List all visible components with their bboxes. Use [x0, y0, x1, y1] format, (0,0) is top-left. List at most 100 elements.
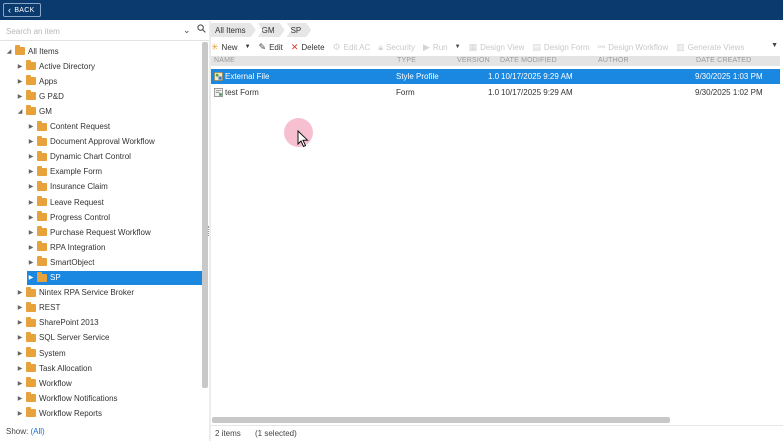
column-header-author[interactable]: AUTHOR: [598, 56, 629, 66]
new-button[interactable]: ✳ New ▼: [211, 41, 251, 52]
collapsed-arrow-icon[interactable]: ▶: [16, 93, 24, 100]
tree-item[interactable]: ▶ Apps: [16, 74, 202, 88]
collapsed-arrow-icon[interactable]: ▶: [27, 244, 35, 251]
security-button[interactable]: 🔒︎ Security: [378, 42, 415, 52]
tree-item-label: Apps: [39, 76, 58, 86]
run-dropdown-icon[interactable]: ▼: [455, 44, 461, 50]
tree-item[interactable]: ▶ System: [16, 346, 202, 360]
pencil-icon: ✎: [258, 41, 267, 52]
design-view-button[interactable]: ▦ Design View: [468, 41, 525, 52]
tree-item[interactable]: ▶ Active Directory: [16, 59, 202, 73]
table-row[interactable]: test Form Form 1.0 10/17/2025 9:29 AM 9/…: [211, 85, 780, 100]
delete-button[interactable]: ✕ Delete: [291, 42, 325, 52]
column-header-name[interactable]: NAME: [214, 56, 235, 66]
collapsed-arrow-icon[interactable]: ▶: [16, 365, 24, 372]
tree-item-label: Progress Control: [50, 212, 111, 222]
back-button[interactable]: ‹ BACK: [3, 3, 41, 17]
tree-item[interactable]: ▶ SmartObject: [27, 255, 202, 269]
column-header-date-modified[interactable]: DATE MODIFIED: [500, 56, 557, 66]
edit-button[interactable]: ✎ Edit: [258, 41, 283, 52]
collapsed-arrow-icon[interactable]: ▶: [16, 304, 24, 311]
folder-icon: [26, 75, 36, 86]
tree-item[interactable]: ▶ Purchase Request Workflow: [27, 225, 202, 239]
folder-icon: [26, 301, 36, 312]
collapsed-arrow-icon[interactable]: ▶: [16, 350, 24, 357]
column-header-version[interactable]: VERSION: [457, 56, 490, 66]
folder-icon: [37, 180, 47, 191]
tree-item[interactable]: ▶ Content Request: [27, 120, 202, 134]
tree-scrollbar[interactable]: [202, 42, 208, 388]
table-row[interactable]: External File Style Profile 1.0 10/17/20…: [211, 69, 780, 84]
folder-icon: [26, 331, 36, 342]
edit-ac-button[interactable]: ⚙ Edit AC: [333, 42, 371, 52]
tree-item[interactable]: ▶ SQL Server Service: [16, 331, 202, 345]
row-date-created: 9/30/2025 1:02 PM: [695, 88, 763, 97]
tree-item[interactable]: ▶ REST: [16, 301, 202, 315]
collapsed-arrow-icon[interactable]: ▶: [27, 123, 35, 130]
collapsed-arrow-icon[interactable]: ▶: [16, 289, 24, 296]
expanded-arrow-icon[interactable]: ◢: [5, 48, 13, 55]
tree-item[interactable]: ▶ SP: [27, 270, 202, 285]
tree-item[interactable]: ▶ Nintex RPA Service Broker: [16, 286, 202, 300]
tree-item[interactable]: ▶ Insurance Claim: [27, 180, 202, 194]
tree-item[interactable]: ▶ Document Approval Workflow: [27, 135, 202, 149]
tree-item[interactable]: ▶ Leave Request: [27, 195, 202, 209]
search-icon[interactable]: [197, 24, 206, 33]
expanded-arrow-icon[interactable]: ◢: [16, 108, 24, 115]
collapsed-arrow-icon[interactable]: ▶: [16, 410, 24, 417]
tree-item[interactable]: ▶ Progress Control: [27, 210, 202, 224]
tree-item[interactable]: ▶ G P&D: [16, 89, 202, 103]
collapsed-arrow-icon[interactable]: ▶: [16, 319, 24, 326]
collapsed-arrow-icon[interactable]: ▶: [16, 78, 24, 85]
tree-item[interactable]: ▶ Workflow Notifications: [16, 391, 202, 405]
collapsed-arrow-icon[interactable]: ▶: [16, 395, 24, 402]
breadcrumb-item[interactable]: All Items: [211, 23, 256, 37]
grid-horizontal-scrollbar[interactable]: [212, 417, 670, 423]
collapsed-arrow-icon[interactable]: ▶: [27, 153, 35, 160]
column-header-type[interactable]: TYPE: [397, 56, 416, 66]
row-name: External File: [225, 72, 270, 81]
tree-item[interactable]: ▶ Task Allocation: [16, 361, 202, 375]
folder-icon: [26, 377, 36, 388]
tree-item-label: SharePoint 2013: [39, 318, 99, 328]
tree-item-label: Dynamic Chart Control: [50, 152, 131, 162]
collapsed-arrow-icon[interactable]: ▶: [27, 229, 35, 236]
new-dropdown-icon[interactable]: ▼: [245, 44, 251, 50]
generate-views-label: Generate Views: [687, 42, 745, 52]
toolbar-overflow-icon[interactable]: ▼: [771, 42, 778, 49]
generate-views-button[interactable]: ▥ Generate Views: [676, 42, 745, 52]
collapsed-arrow-icon[interactable]: ▶: [16, 63, 24, 70]
tree-item-label: REST: [39, 303, 61, 313]
design-workflow-button[interactable]: ⚯ Design Workflow: [598, 42, 668, 52]
search-input[interactable]: [6, 25, 176, 37]
tree-item[interactable]: ▶ RPA Integration: [27, 240, 202, 254]
column-header-date-created[interactable]: DATE CREATED: [696, 56, 751, 66]
collapsed-arrow-icon[interactable]: ▶: [27, 259, 35, 266]
tree-item[interactable]: ◢ GM: [16, 104, 202, 118]
tree-item[interactable]: ▶ SharePoint 2013: [16, 316, 202, 330]
collapsed-arrow-icon[interactable]: ▶: [27, 214, 35, 221]
collapsed-arrow-icon[interactable]: ▶: [27, 183, 35, 190]
view-icon: ▦: [468, 41, 478, 52]
tree-item[interactable]: ▶ Workflow Reports: [16, 406, 202, 420]
collapsed-arrow-icon[interactable]: ▶: [27, 168, 35, 175]
breadcrumb-item[interactable]: SP: [287, 23, 312, 37]
collapsed-arrow-icon[interactable]: ▶: [16, 380, 24, 387]
tree-item[interactable]: ▶ Example Form: [27, 165, 202, 179]
chevron-down-icon[interactable]: ⌄: [183, 25, 191, 36]
tree-item[interactable]: ▶ Workflow: [16, 376, 202, 390]
collapsed-arrow-icon[interactable]: ▶: [16, 334, 24, 341]
new-star-icon: ✳: [211, 41, 219, 52]
collapsed-arrow-icon[interactable]: ▶: [27, 274, 35, 281]
folder-icon: [37, 256, 47, 267]
collapsed-arrow-icon[interactable]: ▶: [27, 199, 35, 206]
tree-item[interactable]: ◢ All Items: [5, 44, 202, 58]
form-icon: ▤: [532, 41, 541, 52]
breadcrumb-item[interactable]: GM: [258, 23, 285, 37]
collapsed-arrow-icon[interactable]: ▶: [27, 138, 35, 145]
design-form-button[interactable]: ▤ Design Form: [532, 41, 589, 52]
splitter-grip[interactable]: [208, 226, 210, 236]
show-filter-link[interactable]: (All): [30, 427, 44, 436]
tree-item[interactable]: ▶ Dynamic Chart Control: [27, 150, 202, 164]
run-button[interactable]: ▶ Run ▼: [423, 42, 461, 52]
